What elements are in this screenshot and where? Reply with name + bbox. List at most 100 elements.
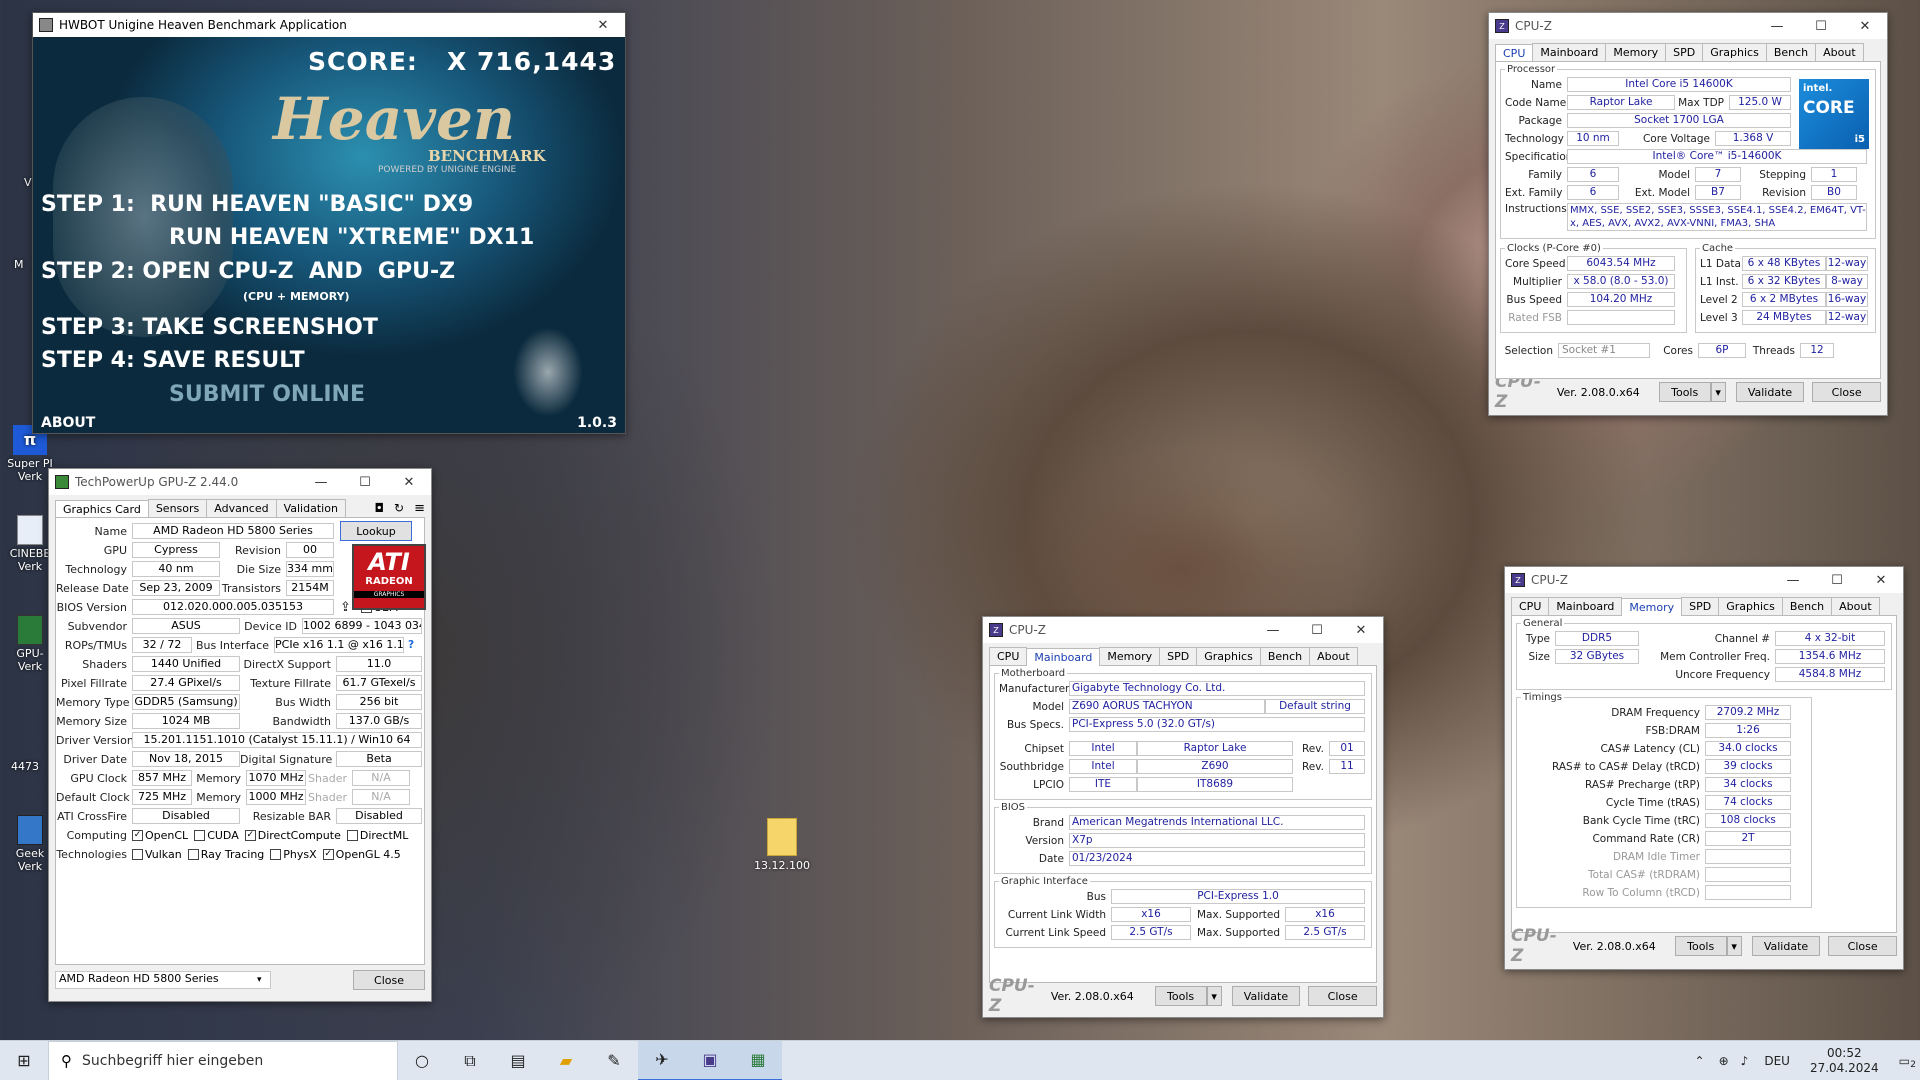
taskbar: ⊞ ⚲ Suchbegriff hier eingeben ○ ⧉ ▤ ▰ ✎ … — [0, 1040, 1920, 1080]
tools-dropdown-icon[interactable]: ▾ — [1726, 936, 1742, 956]
cortana-icon[interactable]: ○ — [398, 1041, 446, 1080]
maximize-icon[interactable]: ☐ — [1295, 617, 1339, 643]
tab-graphics[interactable]: Graphics — [1702, 43, 1767, 61]
tab-cpu[interactable]: CPU — [1495, 44, 1534, 62]
tab-advanced[interactable]: Advanced — [206, 499, 277, 517]
tab-mainboard[interactable]: Mainboard — [1026, 648, 1101, 666]
language-indicator[interactable]: DEU — [1764, 1054, 1790, 1068]
refresh-icon[interactable]: ↻ — [394, 501, 404, 515]
notification-icon[interactable]: ▭ 2 — [1899, 1054, 1916, 1070]
vulkan-checkbox[interactable]: Vulkan — [132, 848, 182, 861]
file-explorer-icon[interactable]: ▰ — [542, 1041, 590, 1080]
tab-bench[interactable]: Bench — [1765, 43, 1817, 61]
tools-dropdown-icon[interactable]: ▾ — [1206, 986, 1222, 1006]
minimize-icon[interactable]: — — [1771, 567, 1815, 593]
validate-button[interactable]: Validate — [1231, 986, 1301, 1006]
tab-graphics[interactable]: Graphics — [1196, 647, 1261, 665]
uncore-frequency: 4584.8 MHz — [1775, 667, 1885, 682]
tab-cpu[interactable]: CPU — [1511, 597, 1550, 615]
tab-spd[interactable]: SPD — [1681, 597, 1720, 615]
tools-dropdown-icon[interactable]: ▾ — [1710, 382, 1726, 402]
ati-radeon-logo: ATI RADEON GRAPHICS — [352, 544, 426, 610]
tab-graphics[interactable]: Graphics — [1718, 597, 1783, 615]
share-icon[interactable]: ⇪ — [340, 600, 351, 615]
desktop-icon-m[interactable]: M — [14, 258, 24, 271]
paint-icon[interactable]: ✎ — [590, 1041, 638, 1080]
directx-support: 11.0 — [336, 656, 422, 672]
manufacturer: Gigabyte Technology Co. Ltd. — [1069, 681, 1365, 696]
search-box[interactable]: ⚲ Suchbegriff hier eingeben — [48, 1040, 398, 1080]
camera-icon[interactable]: ◘ — [375, 501, 385, 515]
tools-button[interactable]: Tools — [1154, 986, 1207, 1006]
about-link[interactable]: ABOUT — [41, 415, 95, 431]
maximize-icon[interactable]: ☐ — [343, 469, 387, 495]
heaven-title: HWBOT Unigine Heaven Benchmark Applicati… — [59, 18, 347, 32]
volume-icon[interactable]: ♪ — [1741, 1054, 1749, 1068]
task-view-icon[interactable]: ⧉ — [446, 1041, 494, 1080]
gpu-select[interactable]: AMD Radeon HD 5800 Series — [55, 971, 271, 989]
desktop-icon-4473[interactable]: 4473 — [0, 760, 50, 773]
maximize-icon[interactable]: ☐ — [1815, 567, 1859, 593]
tools-button[interactable]: Tools — [1674, 936, 1727, 956]
tab-mainboard[interactable]: Mainboard — [1532, 43, 1607, 61]
close-button[interactable]: Close — [353, 970, 425, 990]
validate-button[interactable]: Validate — [1751, 936, 1821, 956]
tab-about[interactable]: About — [1815, 43, 1864, 61]
close-button[interactable]: Close — [1308, 986, 1377, 1006]
tab-spd[interactable]: SPD — [1159, 647, 1198, 665]
tab-cpu[interactable]: CPU — [989, 647, 1028, 665]
tab-bench[interactable]: Bench — [1781, 597, 1833, 615]
windows-start-icon[interactable]: ⊞ — [0, 1041, 48, 1080]
cuda-checkbox[interactable]: CUDA — [194, 829, 239, 842]
lpcio: ITE — [1069, 777, 1137, 792]
desktop-icon-v[interactable]: V — [24, 176, 32, 189]
minimize-icon[interactable]: — — [299, 469, 343, 495]
timing-value: 39 clocks — [1705, 759, 1791, 774]
tools-button[interactable]: Tools — [1658, 382, 1711, 402]
minimize-icon[interactable]: — — [1251, 617, 1295, 643]
tab-validation[interactable]: Validation — [275, 499, 346, 517]
minimize-icon[interactable]: — — [1755, 13, 1799, 39]
close-button[interactable]: Close — [1812, 382, 1881, 402]
socket-select[interactable]: Socket #1 — [1558, 343, 1650, 358]
close-icon[interactable]: ✕ — [1843, 13, 1887, 39]
maximize-icon[interactable]: ☐ — [1799, 13, 1843, 39]
raytracing-checkbox[interactable]: Ray Tracing — [187, 848, 264, 861]
timing-value — [1705, 867, 1791, 882]
tab-mainboard[interactable]: Mainboard — [1548, 597, 1623, 615]
tab-about[interactable]: About — [1831, 597, 1880, 615]
directcompute-checkbox[interactable]: ✓ DirectCompute — [244, 829, 341, 842]
close-button[interactable]: Close — [1828, 936, 1897, 956]
opencl-checkbox[interactable]: ✓ OpenCL — [132, 829, 188, 842]
desktop-file[interactable]: 13.12.100 — [752, 818, 812, 872]
tab-bench[interactable]: Bench — [1259, 647, 1311, 665]
tab-about[interactable]: About — [1309, 647, 1358, 665]
help-icon[interactable]: ? — [408, 639, 414, 651]
directml-checkbox[interactable]: DirectML — [346, 829, 408, 842]
cpuz-memory-window: Z CPU-Z — ☐ ✕ CPU Mainboard Memory SPD G… — [1504, 566, 1904, 970]
tab-memory[interactable]: Memory — [1099, 647, 1161, 665]
clock[interactable]: 00:52 27.04.2024 — [1810, 1046, 1879, 1076]
opengl-checkbox[interactable]: ✓ OpenGL 4.5 — [322, 848, 401, 861]
submit-online-link[interactable]: SUBMIT ONLINE — [169, 382, 365, 407]
close-icon[interactable]: ✕ — [1339, 617, 1383, 643]
gpuz-taskbar-icon[interactable]: ▦ — [734, 1040, 782, 1080]
heaven-taskbar-icon[interactable]: ✈ — [638, 1040, 686, 1080]
tab-graphics-card[interactable]: Graphics Card — [55, 500, 149, 518]
chevron-down-icon[interactable]: ▾ — [257, 975, 262, 985]
chevron-up-icon[interactable]: ⌃ — [1695, 1054, 1705, 1068]
tab-spd[interactable]: SPD — [1665, 43, 1704, 61]
lookup-button[interactable]: Lookup — [340, 521, 412, 541]
tab-memory[interactable]: Memory — [1621, 598, 1683, 616]
validate-button[interactable]: Validate — [1735, 382, 1805, 402]
notepad-icon[interactable]: ▤ — [494, 1041, 542, 1080]
close-icon[interactable]: ✕ — [581, 12, 625, 38]
network-icon[interactable]: ⊕ — [1719, 1054, 1729, 1068]
tab-memory[interactable]: Memory — [1605, 43, 1667, 61]
cpuz-taskbar-icon[interactable]: ▣ — [686, 1040, 734, 1080]
close-icon[interactable]: ✕ — [1859, 567, 1903, 593]
close-icon[interactable]: ✕ — [387, 469, 431, 495]
menu-icon[interactable]: ≡ — [414, 501, 425, 516]
physx-checkbox[interactable]: PhysX — [270, 848, 317, 861]
tab-sensors[interactable]: Sensors — [147, 499, 208, 517]
